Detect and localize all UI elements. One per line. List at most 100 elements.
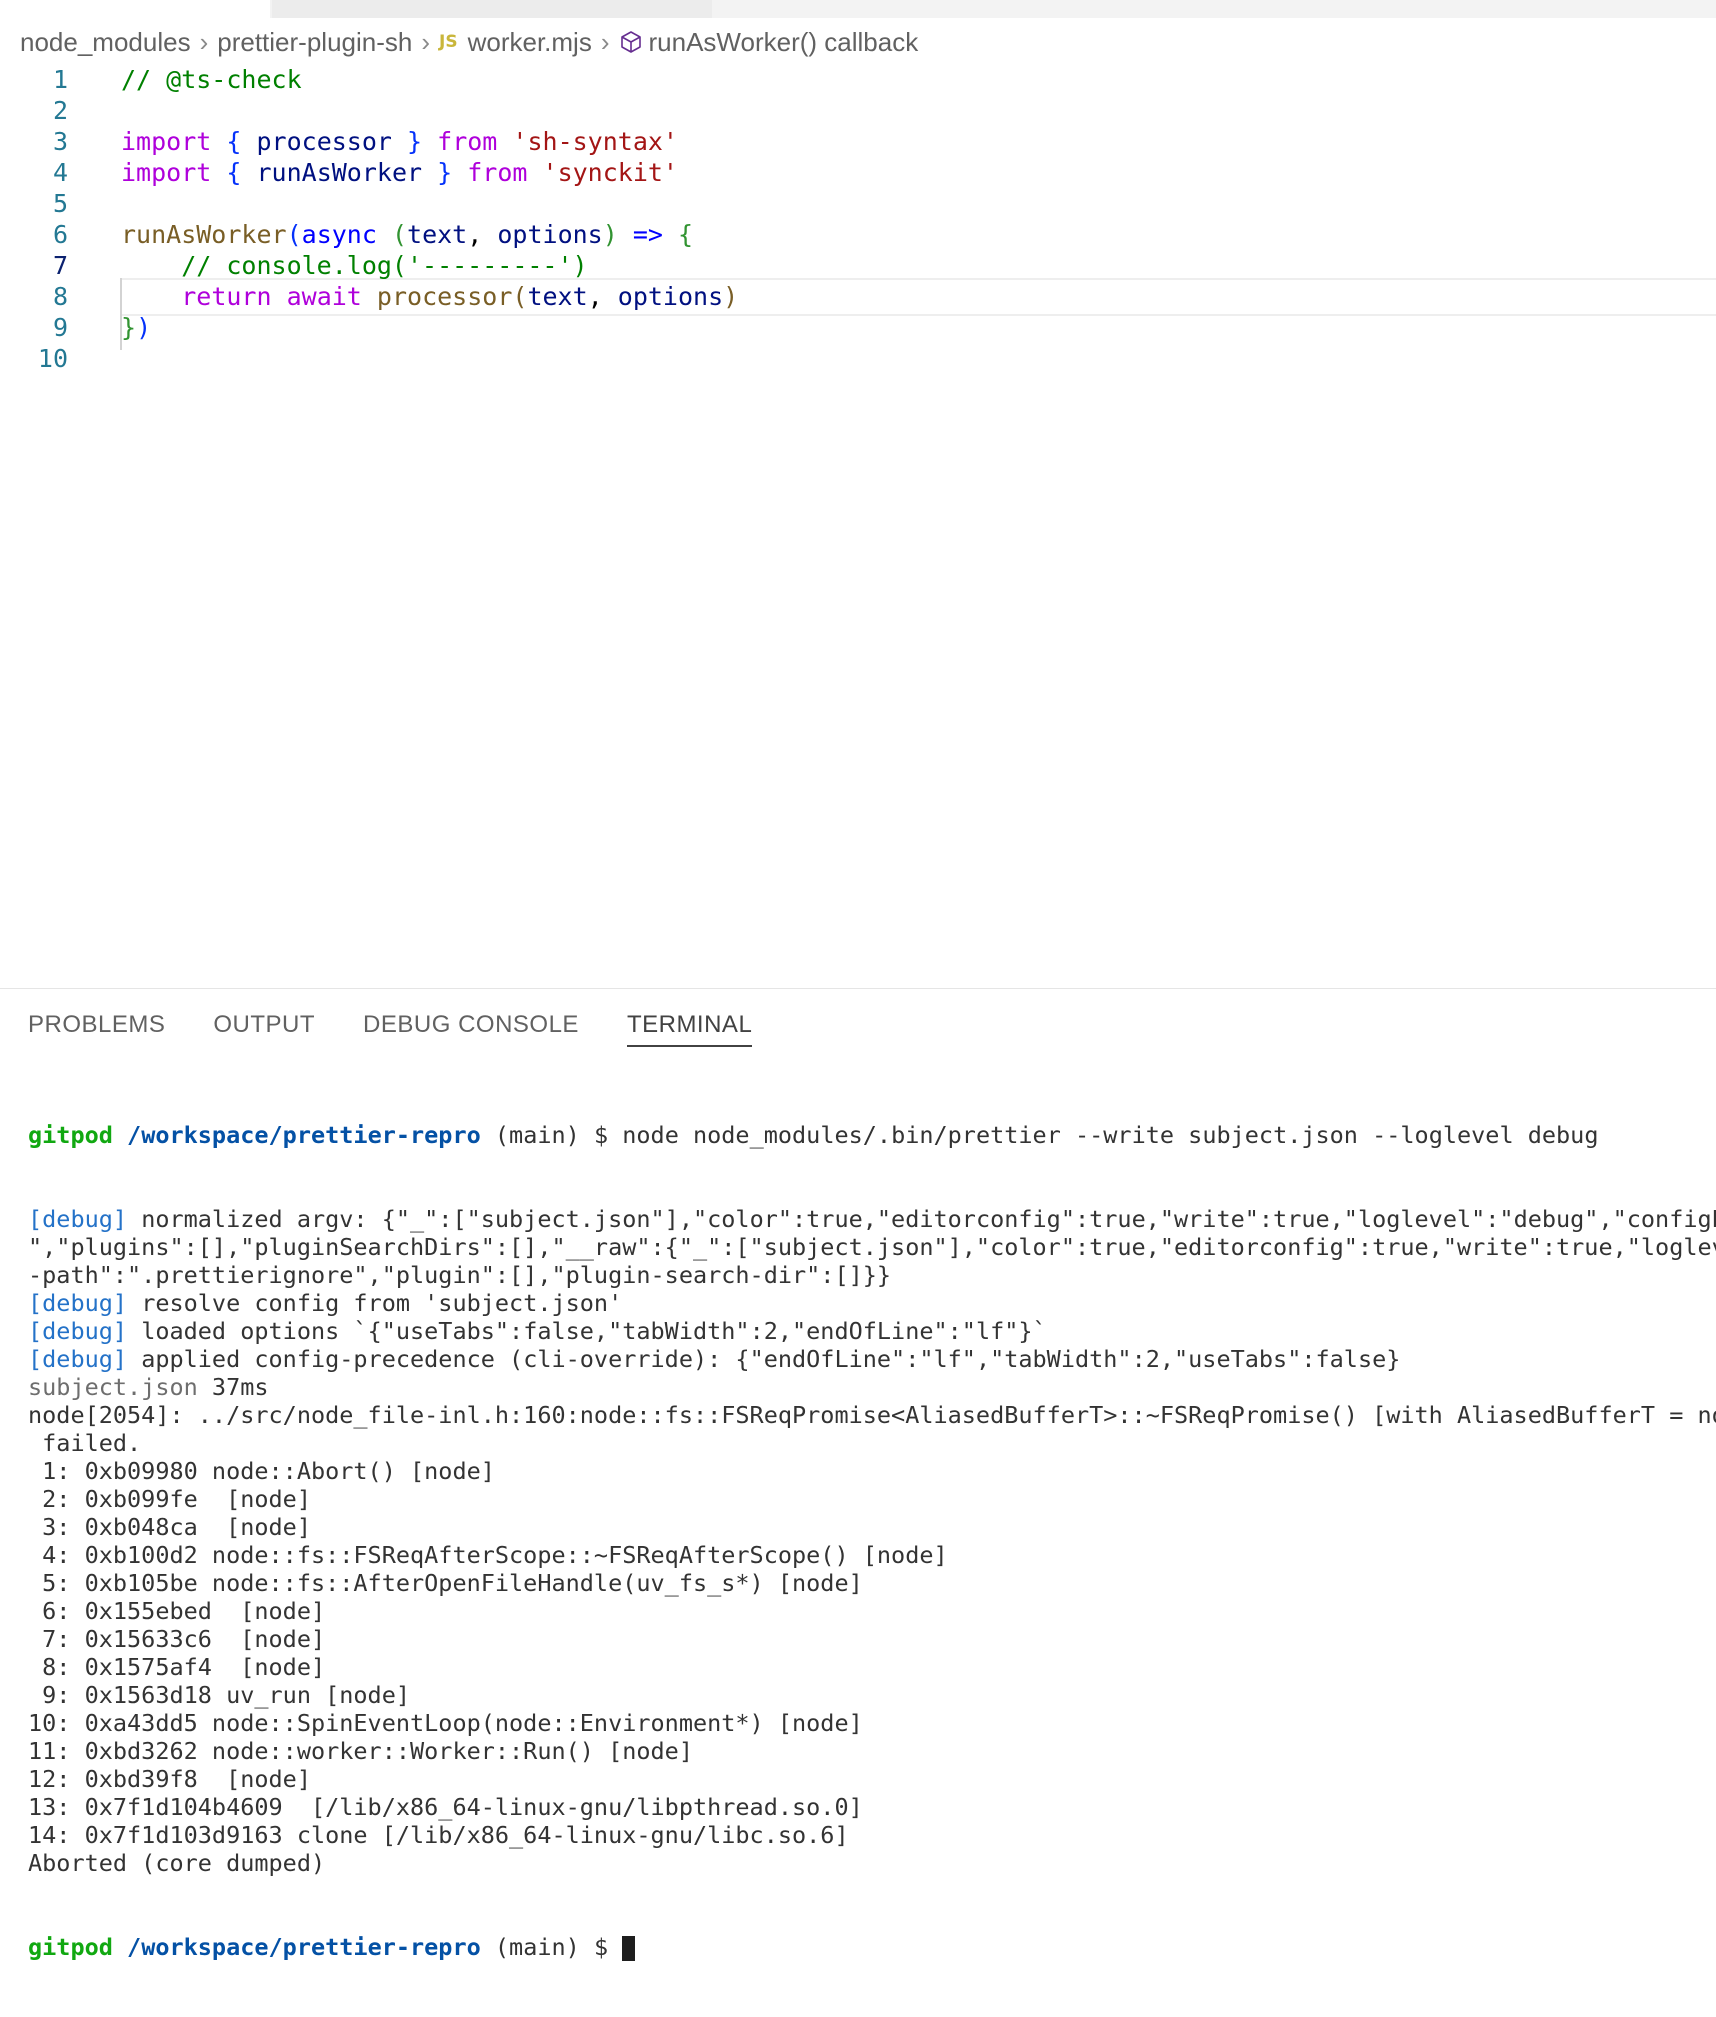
terminal-line: -path":".prettierignore","plugin":[],"pl… xyxy=(28,1261,1716,1289)
prompt-path: /workspace/prettier-repro xyxy=(127,1121,481,1149)
prompt-user: gitpod xyxy=(28,1933,113,1961)
terminal-line: node[2054]: ../src/node_file-inl.h:160:n… xyxy=(28,1401,1716,1429)
code-token: processor xyxy=(376,282,513,311)
code-token: } xyxy=(437,158,453,187)
method-cube-icon xyxy=(620,31,641,53)
terminal-line: 7: 0x15633c6 [node] xyxy=(28,1625,1716,1653)
terminal-command: node node_modules/.bin/prettier --write … xyxy=(622,1121,1599,1149)
code-token: async xyxy=(301,220,377,249)
prompt-branch: (main) $ xyxy=(480,1933,623,1961)
terminal-text: node[2054]: ../src/node_file-inl.h:160:n… xyxy=(28,1401,1716,1429)
terminal-text: applied config-precedence (cli-override)… xyxy=(127,1345,1401,1373)
code-token: => xyxy=(632,220,663,249)
terminal-line: 5: 0xb105be node::fs::AfterOpenFileHandl… xyxy=(28,1569,1716,1597)
code-token: return xyxy=(181,282,272,311)
terminal-text: 2: 0xb099fe [node] xyxy=(28,1485,311,1513)
debug-tag: [debug] xyxy=(28,1205,128,1233)
breadcrumb: node_modules › prettier-plugin-sh › JS w… xyxy=(20,22,918,62)
terminal-line: 3: 0xb048ca [node] xyxy=(28,1513,1716,1541)
code-token: await xyxy=(286,282,362,311)
editor-tab-strip xyxy=(0,0,1716,18)
javascript-file-icon: JS xyxy=(439,32,458,52)
terminal-text: Aborted (core dumped) xyxy=(28,1849,326,1877)
chevron-right-icon: › xyxy=(421,26,431,57)
inactive-tab-area[interactable] xyxy=(272,0,712,18)
active-tab-area[interactable] xyxy=(0,0,270,18)
terminal-line: 10: 0xa43dd5 node::SpinEventLoop(node::E… xyxy=(28,1709,1716,1737)
tab-terminal[interactable]: TERMINAL xyxy=(626,1011,753,1047)
terminal-line: subject.json 37ms xyxy=(28,1373,1716,1401)
code-token: ( xyxy=(512,282,528,311)
tab-problems[interactable]: PROBLEMS xyxy=(28,1011,165,1047)
terminal-text: 7: 0x15633c6 [node] xyxy=(28,1625,326,1653)
bottom-panel: PROBLEMS OUTPUT DEBUG CONSOLE TERMINAL gitp… xyxy=(0,988,1716,1961)
debug-tag: [debug] xyxy=(28,1317,128,1345)
code-token: text xyxy=(407,220,468,249)
terminal-line: failed. xyxy=(28,1429,1716,1457)
terminal-output[interactable]: gitpod /workspace/prettier-repro (main) … xyxy=(28,1065,1716,2017)
code-token: , xyxy=(587,282,618,311)
code-token: import xyxy=(121,127,212,156)
line-number: 10 xyxy=(37,344,68,373)
code-token: text xyxy=(527,282,588,311)
terminal-prompt-line: gitpod /workspace/prettier-repro (main) … xyxy=(28,1933,1716,1961)
terminal-line: [debug] applied config-precedence (cli-o… xyxy=(28,1345,1716,1373)
terminal-line: 1: 0xb09980 node::Abort() [node] xyxy=(28,1457,1716,1485)
tab-output[interactable]: OUTPUT xyxy=(213,1011,315,1047)
terminal-text: 5: 0xb105be node::fs::AfterOpenFileHandl… xyxy=(28,1569,863,1597)
debug-tag: [debug] xyxy=(28,1345,128,1373)
prompt-path: /workspace/prettier-repro xyxy=(127,1933,481,1961)
terminal-line: 2: 0xb099fe [node] xyxy=(28,1485,1716,1513)
breadcrumb-item-file[interactable]: worker.mjs xyxy=(468,27,592,58)
code-token: { xyxy=(226,127,242,156)
code-token: ( xyxy=(391,220,408,249)
terminal-text: 8: 0x1575af4 [node] xyxy=(28,1653,326,1681)
code-token: ) xyxy=(136,313,152,342)
terminal-cursor xyxy=(622,1935,636,1961)
terminal-text: 14: 0x7f1d103d9163 clone [/lib/x86_64-li… xyxy=(28,1821,849,1849)
terminal-text: 6: 0x155ebed [node] xyxy=(28,1597,326,1625)
terminal-line: 13: 0x7f1d104b4609 [/lib/x86_64-linux-gn… xyxy=(28,1793,1716,1821)
code-token: ) xyxy=(723,282,739,311)
breadcrumb-item-symbol[interactable]: runAsWorker() callback xyxy=(649,27,919,58)
code-line[interactable]: 10 xyxy=(0,341,1716,377)
tab-debug-console[interactable]: DEBUG CONSOLE xyxy=(363,1011,579,1047)
code-token: , xyxy=(467,220,498,249)
terminal-text: 9: 0x1563d18 uv_run [node] xyxy=(28,1681,411,1709)
panel-tab-bar: PROBLEMS OUTPUT DEBUG CONSOLE TERMINAL xyxy=(28,1011,800,1047)
code-token: options xyxy=(617,282,724,311)
code-token: from xyxy=(437,127,498,156)
code-token: processor xyxy=(241,127,408,156)
prompt-user: gitpod xyxy=(28,1121,113,1149)
code-token: 'synckit' xyxy=(542,158,678,187)
code-token: } xyxy=(121,313,137,342)
terminal-line: [debug] resolve config from 'subject.jso… xyxy=(28,1289,1716,1317)
terminal-line: 8: 0x1575af4 [node] xyxy=(28,1653,1716,1681)
terminal-text: ","plugins":[],"pluginSearchDirs":[],"__… xyxy=(28,1233,1716,1261)
terminal-duration: 37ms xyxy=(197,1373,269,1401)
code-token: from xyxy=(467,158,528,187)
terminal-line: 6: 0x155ebed [node] xyxy=(28,1597,1716,1625)
terminal-text: 10: 0xa43dd5 node::SpinEventLoop(node::E… xyxy=(28,1709,863,1737)
breadcrumb-item-folder[interactable]: node_modules xyxy=(20,27,191,58)
terminal-line: 14: 0x7f1d103d9163 clone [/lib/x86_64-li… xyxy=(28,1821,1716,1849)
code-token: { xyxy=(678,220,694,249)
terminal-line: [debug] normalized argv: {"_":["subject.… xyxy=(28,1205,1716,1233)
breadcrumb-item-package[interactable]: prettier-plugin-sh xyxy=(217,27,412,58)
chevron-right-icon: › xyxy=(600,26,610,57)
code-editor[interactable]: 1// @ts-check 2 3 import { processor } from… xyxy=(0,62,1716,462)
code-token: options xyxy=(497,220,603,249)
code-token: { xyxy=(226,158,242,187)
terminal-line: 4: 0xb100d2 node::fs::FSReqAfterScope::~… xyxy=(28,1541,1716,1569)
